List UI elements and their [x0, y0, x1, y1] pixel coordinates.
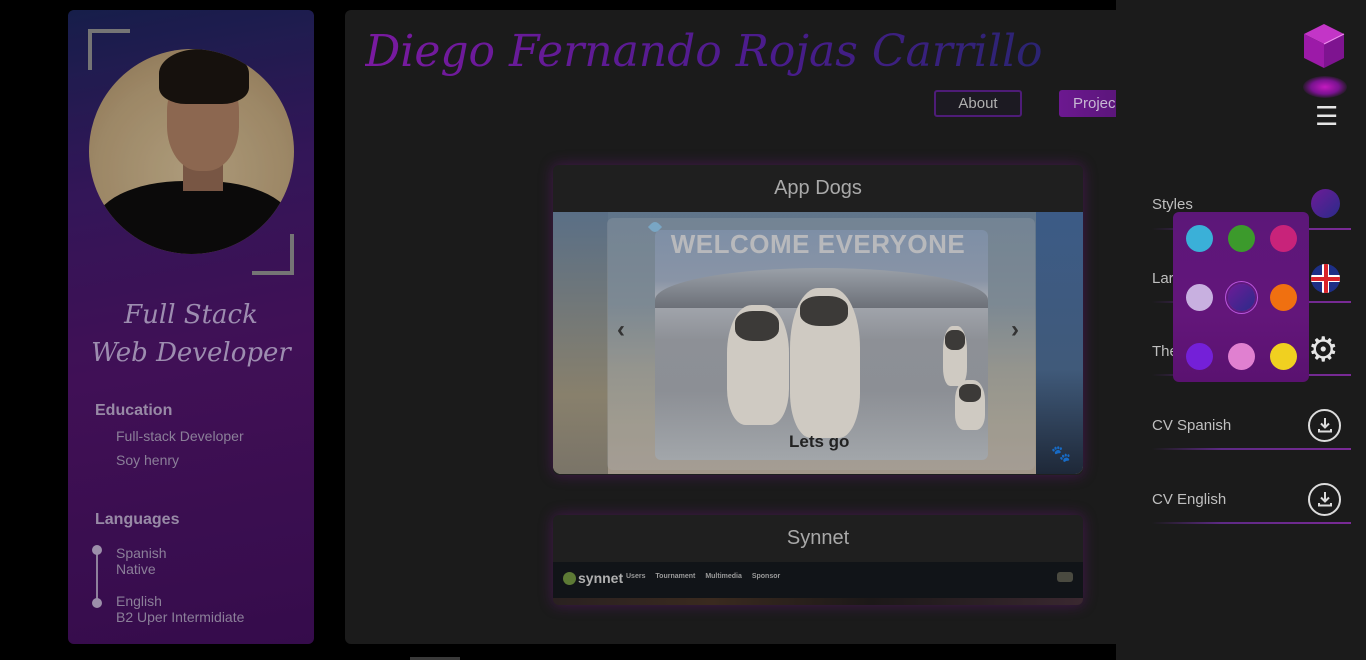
divider [1152, 522, 1351, 524]
uk-flag-icon[interactable] [1311, 264, 1340, 293]
gear-icon[interactable]: ⚙ [1308, 330, 1338, 370]
color-swatch[interactable] [1270, 343, 1297, 370]
lets-go-button[interactable]: Lets go [789, 432, 849, 452]
page: Full Stack Web Developer Education Full-… [0, 0, 1366, 660]
profile-card: Full Stack Web Developer Education Full-… [68, 10, 314, 644]
slide-image [655, 230, 988, 460]
language-name: Spanish [116, 545, 167, 561]
cv-spanish-label: CV Spanish [1152, 417, 1232, 434]
color-swatch[interactable] [1186, 343, 1213, 370]
carousel-next-icon[interactable]: › [1011, 316, 1019, 344]
role-line-2: Web Developer [91, 338, 291, 368]
nav-about-button[interactable]: About [934, 90, 1022, 117]
languages-timeline [96, 552, 98, 604]
language-name: English [116, 593, 162, 609]
menu-icon[interactable]: ☰ [1315, 103, 1338, 129]
project-title: Synnet [786, 527, 850, 549]
color-swatch[interactable] [1186, 225, 1213, 252]
education-item: Full-stack Developer [116, 428, 244, 444]
user-icon [1057, 572, 1073, 582]
color-swatch[interactable] [1270, 225, 1297, 252]
cv-english-label: CV English [1152, 491, 1227, 508]
globe-icon [563, 572, 576, 585]
languages-title: Languages [95, 511, 180, 528]
download-icon[interactable] [1308, 483, 1341, 516]
divider [1152, 448, 1351, 450]
language-label: Lar [1152, 270, 1174, 287]
styles-label: Styles [1152, 196, 1193, 213]
education-item: Soy henry [116, 452, 180, 468]
main-panel: Diego Fernando Rojas Carrillo About Proj… [345, 10, 1135, 644]
synnet-menu: Users Tournament Multimedia Sponsor [626, 573, 788, 580]
style-palette-popup [1173, 212, 1309, 382]
synnet-preview-navbar: synnet Users Tournament Multimedia Spons… [553, 562, 1083, 598]
slide-heading: WELCOME EVERYONE [670, 229, 966, 259]
color-swatch-selected[interactable] [1228, 284, 1255, 311]
synnet-menu-item: Tournament [655, 573, 696, 580]
language-level: Native [116, 561, 156, 577]
avatar [89, 49, 294, 254]
frame-corner-bottom-right [252, 234, 294, 275]
timeline-dot [92, 545, 102, 555]
style-selector-button[interactable] [1311, 189, 1340, 218]
color-swatch[interactable] [1186, 284, 1213, 311]
language-level: B2 Uper Intermidiate [116, 609, 245, 625]
paw-icon: 🐾 [1051, 446, 1071, 463]
carousel-prev-icon[interactable]: ‹ [617, 316, 625, 344]
synnet-menu-item: Multimedia [705, 573, 742, 580]
download-icon[interactable] [1308, 409, 1341, 442]
synnet-menu-item: Users [626, 573, 646, 580]
project-title: App Dogs [774, 177, 862, 199]
color-swatch[interactable] [1270, 284, 1297, 311]
role-line-1: Full Stack [124, 300, 258, 330]
page-title: Diego Fernando Rojas Carrillo [365, 26, 1043, 77]
synnet-logo: synnet [563, 570, 623, 586]
color-swatch[interactable] [1228, 225, 1255, 252]
synnet-preview-image [553, 598, 1083, 605]
education-title: Education [95, 402, 173, 419]
synnet-menu-item: Sponsor [751, 573, 781, 580]
color-swatch[interactable] [1228, 343, 1255, 370]
project-carousel: WELCOME EVERYONE Lets go ‹ › 🐾 [553, 212, 1083, 474]
project-card-app-dogs: App Dogs WELCOME EVERYONE Lets go ‹ › 🐾 [553, 165, 1083, 475]
project-card-synnet: Synnet synnet Users Tournament Multimedi… [553, 515, 1083, 605]
cube-glow [1303, 76, 1347, 98]
frame-corner-top-left [88, 29, 130, 70]
cube-logo-icon [1304, 24, 1345, 68]
timeline-dot [92, 598, 102, 608]
